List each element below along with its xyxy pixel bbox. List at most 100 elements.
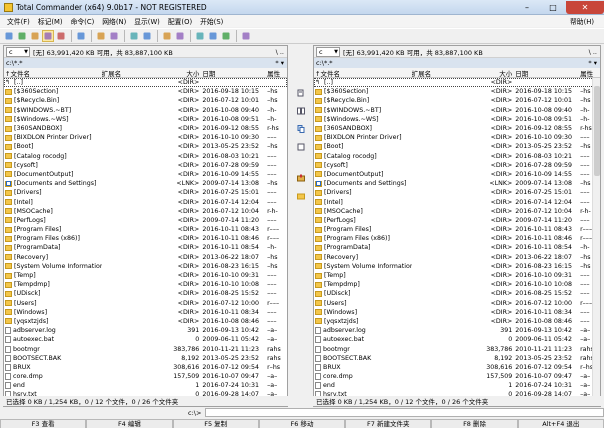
file-row[interactable]: ↰ [..] <DIR> <box>314 78 600 88</box>
file-row[interactable]: [Users] <DIR> 2016-07-12 10:00 r––– <box>4 299 287 308</box>
paste-icon[interactable] <box>295 141 306 152</box>
menu-show[interactable]: 显示(W) <box>130 16 164 26</box>
file-row[interactable]: [PerfLogs] <DIR> 2009-07-14 11:20 ––– <box>314 216 600 225</box>
file-row[interactable]: BRUX 308,616 2016-07-12 09:54 r–hs <box>4 363 287 372</box>
file-row[interactable]: [$Recycle.Bin] <DIR> 2016-07-12 10:01 –hs <box>314 96 600 105</box>
file-row[interactable]: [BIXDLON Printer Driver] <DIR> 2016-10-10 … <box>4 133 287 142</box>
file-row[interactable]: bootmgr 383,786 2010-11-21 11:23 rahs <box>314 344 600 353</box>
file-row[interactable]: end 1 2016-07-24 10:31 –a– <box>314 381 600 390</box>
ftp-connect-button[interactable] <box>161 30 173 42</box>
view-thumb-button[interactable] <box>55 30 67 42</box>
file-row[interactable]: BRUX 308,616 2016-07-12 09:54 r–hs <box>314 363 600 372</box>
multirename-button[interactable] <box>207 30 219 42</box>
file-row[interactable]: [Intel] <DIR> 2016-07-14 12:04 ––– <box>4 197 287 206</box>
file-row[interactable]: end 1 2016-07-24 10:31 –a– <box>4 381 287 390</box>
file-row[interactable]: [PerfLogs] <DIR> 2009-07-14 11:20 ––– <box>4 216 287 225</box>
file-row[interactable]: [Catalog rocodg] <DIR> 2016-08-03 10:21 ––– <box>4 152 287 161</box>
file-row[interactable]: [Recovery] <DIR> 2013-06-22 18:07 –hs <box>314 253 600 262</box>
file-row[interactable]: [$Windows.~WS] <DIR> 2016-10-08 09:51 –h- <box>4 115 287 124</box>
file-row[interactable]: [$Recycle.Bin] <DIR> 2016-07-12 10:01 –hs <box>4 96 287 105</box>
file-row[interactable]: [UDisck] <DIR> 2016-08-25 15:52 ––– <box>314 289 600 298</box>
file-row[interactable]: [Drivers] <DIR> 2016-07-25 15:01 ––– <box>314 188 600 197</box>
menu-configuration[interactable]: 配置(O) <box>164 16 196 26</box>
vertical-scrollbar[interactable] <box>592 78 600 406</box>
view-tree-button[interactable] <box>42 30 54 42</box>
root-parent-buttons[interactable]: \ .. <box>589 48 597 56</box>
header-attr[interactable]: 属性 <box>580 68 600 78</box>
search-button[interactable] <box>194 30 206 42</box>
drive-select[interactable]: c ▼ <box>6 46 30 57</box>
file-row[interactable]: [System Volume Information] <DIR> 2016-08-… <box>314 262 600 271</box>
menu-commands[interactable]: 命令(C) <box>67 16 99 26</box>
header-size[interactable]: 大小 <box>171 68 199 78</box>
fkey-button[interactable]: F6 移动 <box>258 419 346 428</box>
view-detail-button[interactable] <box>29 30 41 42</box>
fkey-button[interactable]: F8 删除 <box>431 419 518 428</box>
file-row[interactable]: [Users] <DIR> 2016-07-12 10:00 r––– <box>314 299 600 308</box>
file-row[interactable]: [Program Files (x86)] <DIR> 2016-10-11 08:… <box>4 234 287 243</box>
header-size[interactable]: 大小 <box>484 68 512 78</box>
zip-pack-button[interactable] <box>95 30 107 42</box>
file-row[interactable]: adbserver.log 391 2016-09-13 10:42 –a– <box>314 326 600 335</box>
file-row[interactable]: [Program Files] <DIR> 2016-10-11 08:43 r––– <box>4 225 287 234</box>
file-row[interactable]: [BIXDLON Printer Driver] <DIR> 2016-10-10 … <box>314 133 600 142</box>
file-row[interactable]: [Tempdmp] <DIR> 2016-10-10 10:08 ––– <box>314 280 600 289</box>
file-row[interactable]: [yqsxtzjds] <DIR> 2016-10-08 08:46 ––– <box>314 317 600 326</box>
file-row[interactable]: [cysoft] <DIR> 2016-07-28 09:59 ––– <box>4 161 287 170</box>
zip-unpack-button[interactable] <box>108 30 120 42</box>
sync-dirs-button[interactable] <box>220 30 232 42</box>
header-date[interactable]: 日期 <box>512 68 580 78</box>
ftp-new-button[interactable] <box>174 30 186 42</box>
back-button[interactable] <box>128 30 140 42</box>
fkey-button[interactable]: F5 复制 <box>172 419 259 428</box>
minimize-button[interactable]: – <box>514 1 540 14</box>
file-row[interactable]: [cysoft] <DIR> 2016-07-28 09:59 ––– <box>314 161 600 170</box>
file-row[interactable]: [Temp] <DIR> 2016-10-10 09:31 ––– <box>314 271 600 280</box>
file-row[interactable]: [Documents and Settings] <LNK> 2009-07-14 … <box>314 179 600 188</box>
fkey-button[interactable]: F7 新建文件夹 <box>345 419 432 428</box>
file-row[interactable]: [Windows] <DIR> 2016-10-11 08:34 ––– <box>4 308 287 317</box>
menu-help[interactable]: 帮助(H) <box>566 16 598 26</box>
fkey-button[interactable]: F4 编辑 <box>86 419 173 428</box>
file-row[interactable]: bootmgr 383,786 2010-11-21 11:23 rahs <box>4 344 287 353</box>
file-row[interactable]: [ProgramData] <DIR> 2016-10-11 08:54 –h- <box>4 243 287 252</box>
file-row[interactable]: [Boot] <DIR> 2013-05-25 23:52 –hs <box>314 142 600 151</box>
file-row[interactable]: core.dmp 157,509 2016-10-07 09:47 –a– <box>4 372 287 381</box>
history-button[interactable]: * ▾ <box>275 59 284 67</box>
header-date[interactable]: 日期 <box>199 68 267 78</box>
menu-start[interactable]: 开始(S) <box>196 16 227 26</box>
history-button[interactable]: * ▾ <box>588 59 597 67</box>
file-row[interactable]: [System Volume Information] <DIR> 2016-08-… <box>4 262 287 271</box>
root-parent-buttons[interactable]: \ .. <box>276 48 284 56</box>
file-row[interactable]: autoexec.bat 0 2009-06-11 05:42 –a– <box>4 335 287 344</box>
header-attr[interactable]: 属性 <box>267 68 287 78</box>
drive-select[interactable]: c ▼ <box>316 46 340 57</box>
file-row[interactable]: [Tempdmp] <DIR> 2016-10-10 10:08 ––– <box>4 280 287 289</box>
file-row[interactable]: [Boot] <DIR> 2013-05-25 23:52 –hs <box>4 142 287 151</box>
copy-path-icon[interactable] <box>295 123 306 134</box>
file-row[interactable]: [DocumentOutput] <DIR> 2016-10-09 14:55 ––– <box>314 170 600 179</box>
fkey-button[interactable]: F3 查看 <box>0 419 87 428</box>
menu-mark[interactable]: 标记(M) <box>34 16 67 26</box>
file-row[interactable]: adbserver.log 391 2016-09-13 10:42 –a– <box>4 326 287 335</box>
invert-select-button[interactable] <box>75 30 87 42</box>
menu-file[interactable]: 文件(F) <box>3 16 34 26</box>
file-row[interactable]: [Intel] <DIR> 2016-07-14 12:04 ––– <box>314 197 600 206</box>
folder-sync-icon[interactable] <box>295 190 306 201</box>
archive-icon[interactable] <box>295 172 306 183</box>
right-file-panel[interactable]: c ▼ [无] 63,991,420 KB 可用，共 83,887,100 KB … <box>313 45 601 407</box>
header-name[interactable]: ↑文件名 <box>4 68 102 78</box>
file-row[interactable]: [Windows] <DIR> 2016-10-11 08:34 ––– <box>314 308 600 317</box>
file-row[interactable]: [$Windows.~WS] <DIR> 2016-10-08 09:51 –h- <box>314 115 600 124</box>
compare-files-icon[interactable] <box>295 105 306 116</box>
forward-button[interactable] <box>141 30 153 42</box>
file-row[interactable]: autoexec.bat 0 2009-06-11 05:42 –a– <box>314 335 600 344</box>
copy-names-icon[interactable] <box>295 87 306 98</box>
command-input[interactable] <box>205 408 604 417</box>
file-row[interactable]: ↰ [..] <DIR> <box>4 78 287 88</box>
file-row[interactable]: [$WINDOWS.~BT] <DIR> 2016-10-08 09:40 –h- <box>4 106 287 115</box>
file-row[interactable]: [Temp] <DIR> 2016-10-10 09:31 ––– <box>4 271 287 280</box>
header-ext[interactable]: 扩展名 <box>412 68 485 78</box>
file-row[interactable]: [MSOCache] <DIR> 2016-07-12 10:04 r-h- <box>4 207 287 216</box>
file-row[interactable]: [$WINDOWS.~BT] <DIR> 2016-10-08 09:40 –h- <box>314 106 600 115</box>
